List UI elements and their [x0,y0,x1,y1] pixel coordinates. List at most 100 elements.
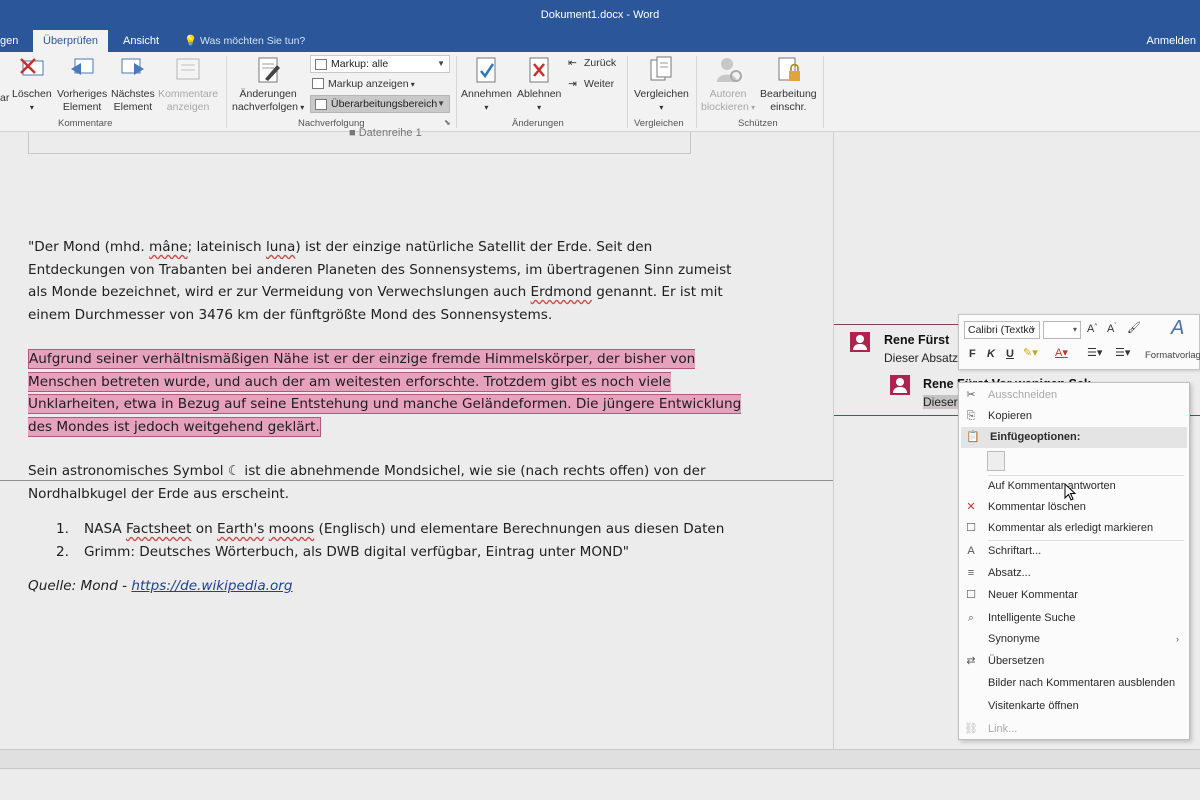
weiter-button[interactable]: ⇥ Weiter [568,75,614,93]
menu-item-visitenkarte[interactable]: Visitenkarte öffnen [959,696,1189,717]
previous-comment-icon [71,58,94,75]
markup-icon [315,59,327,70]
shrink-font-icon[interactable]: Aˇ [1107,323,1116,335]
delete-comment-icon: ✕ [966,501,976,513]
group-separator [627,56,628,128]
comment-text[interactable]: Dieser Absatz [884,351,958,365]
tab-partial[interactable]: gen [0,30,28,52]
vergleichen-button[interactable]: Vergleichen ▾ [634,55,689,114]
tab-ansicht[interactable]: Ansicht [113,30,169,52]
annehmen-button[interactable]: Annehmen ▾ [461,55,512,114]
menu-item-ausschneiden[interactable]: ✂ Ausschneiden [959,385,1189,406]
paste-option-icon[interactable] [987,451,1005,471]
next-comment-icon [121,58,144,75]
vergleichen-label: Vergleichen [634,88,689,100]
ueberarbeitungsbereich-button[interactable]: Überarbeitungsbereich ▼ [310,95,450,113]
menu-item-neuer-kommentar[interactable]: ☐ Neuer Kommentar [959,585,1189,606]
group-separator [696,56,697,128]
styles-icon[interactable]: A [1171,317,1184,340]
comment-connector-line [0,480,833,481]
group-label-vergleichen: Vergleichen [634,118,684,129]
source-quote: Quelle: Mond - https://de.wikipedia.org [28,578,293,594]
markup-anzeigen-label: Markup anzeigen [328,78,409,90]
resolve-comment-icon: ☐ [966,522,976,534]
horizontal-scrollbar[interactable] [0,749,1200,769]
previous-change-icon: ⇤ [568,57,577,69]
markup-select-value: Markup: alle [331,58,389,70]
tell-me-search[interactable]: 💡 Was möchten Sie tun? [184,30,305,52]
menu-item-absatz[interactable]: ≡ Absatz... [959,563,1189,584]
zurueck-label: Zurück [584,57,617,69]
show-comments-icon [176,58,200,80]
vorheriges-label-2: Element [62,101,102,113]
copy-icon: ⎘ [966,410,976,422]
format-painter-icon[interactable]: 🖌 [1127,321,1141,334]
markup-select[interactable]: Markup: alle ▼ [310,55,450,73]
group-label-kommentare: Kommentare [58,118,113,129]
aenderungen-nachverfolgen-button[interactable]: Änderungen nachverfolgen ▾ [232,55,304,114]
font-name-box[interactable]: Calibri (Textkö [964,321,1040,339]
wikipedia-link[interactable]: https://de.wikipedia.org [131,578,292,594]
reply-icon [964,480,978,493]
ribbon-tabs: gen Überprüfen Ansicht 💡 Was möchten Sie… [0,30,1200,52]
paragraph-3[interactable]: Sein astronomisches Symbol ☾ ist die abn… [28,460,748,505]
grow-font-icon[interactable]: A^ [1087,323,1097,335]
list-item[interactable]: 1. NASA Factsheet on Earth's moons (Engli… [56,518,724,541]
loeschen-button[interactable]: Löschen ▾ [12,55,52,114]
chevron-right-icon: › [1176,634,1179,644]
spelling-word: luna [265,239,296,255]
menu-item-bilder-ausblenden[interactable]: Bilder nach Kommentaren ausblenden [959,673,1189,694]
comment-highlight[interactable]: Aufgrund seiner verhältnismäßigen Nähe i… [28,349,742,437]
paragraph-2-commented[interactable]: Aufgrund seiner verhältnismäßigen Nähe i… [28,348,746,438]
title-bar: Dokument1.docx - Word [0,0,1200,30]
tab-ueberpruefen[interactable]: Überprüfen [33,30,109,52]
highlight-color-icon[interactable]: ✎▾ [1023,346,1038,359]
link-icon: ⛓ [964,723,978,735]
page-bottom [0,769,1200,800]
kommentare-anzeigen-button[interactable]: Kommentare anzeigen [158,55,218,114]
signin-link[interactable]: Anmelden [1146,30,1196,52]
italic-button[interactable]: K [987,348,995,360]
chart-legend-text: ■ Datenreihe 1 [349,127,422,139]
neuer-kommentar-partial[interactable]: ar [0,92,9,105]
numbering-icon[interactable]: ☰▾ [1115,346,1130,359]
menu-section-einfuegeoptionen: 📋 Einfügeoptionen: [961,427,1187,448]
chevron-down-icon: ▾ [1031,325,1036,334]
group-label-schuetzen: Schützen [738,118,778,129]
menu-item-erledigt[interactable]: ☐ Kommentar als erledigt markieren [959,518,1189,539]
menu-item-kopieren[interactable]: ⎘ Kopieren [959,406,1189,427]
menu-item-synonyme[interactable]: Synonyme › [959,629,1189,650]
restrict-editing-icon [778,57,801,81]
nachverfolgung-dialog-launcher[interactable]: ⬊ [444,116,451,129]
list-item[interactable]: 2. Grimm: Deutsches Wörterbuch, als DWB d… [56,541,724,564]
menu-item-intelligente-suche[interactable]: ⌕ Intelligente Suche [959,608,1189,629]
zurueck-button[interactable]: ⇤ Zurück [568,54,616,72]
menu-item-schriftart[interactable]: A Schriftart... [959,541,1189,562]
bullets-icon[interactable]: ☰▾ [1087,346,1102,359]
reply-text[interactable]: Dieser [923,395,958,409]
chart-frame: ■ Datenreihe 1 [28,127,691,154]
bearbeitung-einschraenken-button[interactable]: Bearbeitung einschr. [760,55,817,114]
underline-button[interactable]: U [1006,348,1014,360]
menu-item-link[interactable]: ⛓ Link... [959,719,1189,740]
font-color-icon[interactable]: A▾ [1055,346,1068,359]
reviewing-pane-icon [315,99,327,110]
ablehnen-button[interactable]: Ablehnen ▾ [517,55,561,114]
menu-item-uebersetzen[interactable]: ⇄ Übersetzen [959,651,1189,672]
naechstes-element-button[interactable]: Nächstes Element [111,55,155,114]
vorheriges-element-button[interactable]: Vorheriges Element [57,55,107,114]
bearbeitung-label-2: einschr. [770,101,807,113]
autoren-label-1: Autoren [709,88,747,100]
spelling-word: mâne [149,239,188,255]
bearbeitung-label-1: Bearbeitung [760,88,817,100]
anzeigen-label-1: Kommentare [158,88,219,100]
formatvorlagen-label[interactable]: Formatvorlagen [1145,350,1200,361]
paragraph-1[interactable]: "Der Mond (mhd. mâne; lateinisch luna) i… [28,236,748,326]
bold-button[interactable]: F [969,348,976,360]
markup-anzeigen-button[interactable]: Markup anzeigen ▾ [312,75,415,93]
autoren-blockieren-button[interactable]: Autoren blockieren ▾ [701,55,755,114]
group-separator [226,56,227,128]
document-page[interactable]: ■ Datenreihe 1 "Der Mond (mhd. mâne; lat… [0,127,833,749]
footnote-list: 1. NASA Factsheet on Earth's moons (Engli… [56,518,724,563]
comment-author: Rene Fürst [884,333,950,347]
